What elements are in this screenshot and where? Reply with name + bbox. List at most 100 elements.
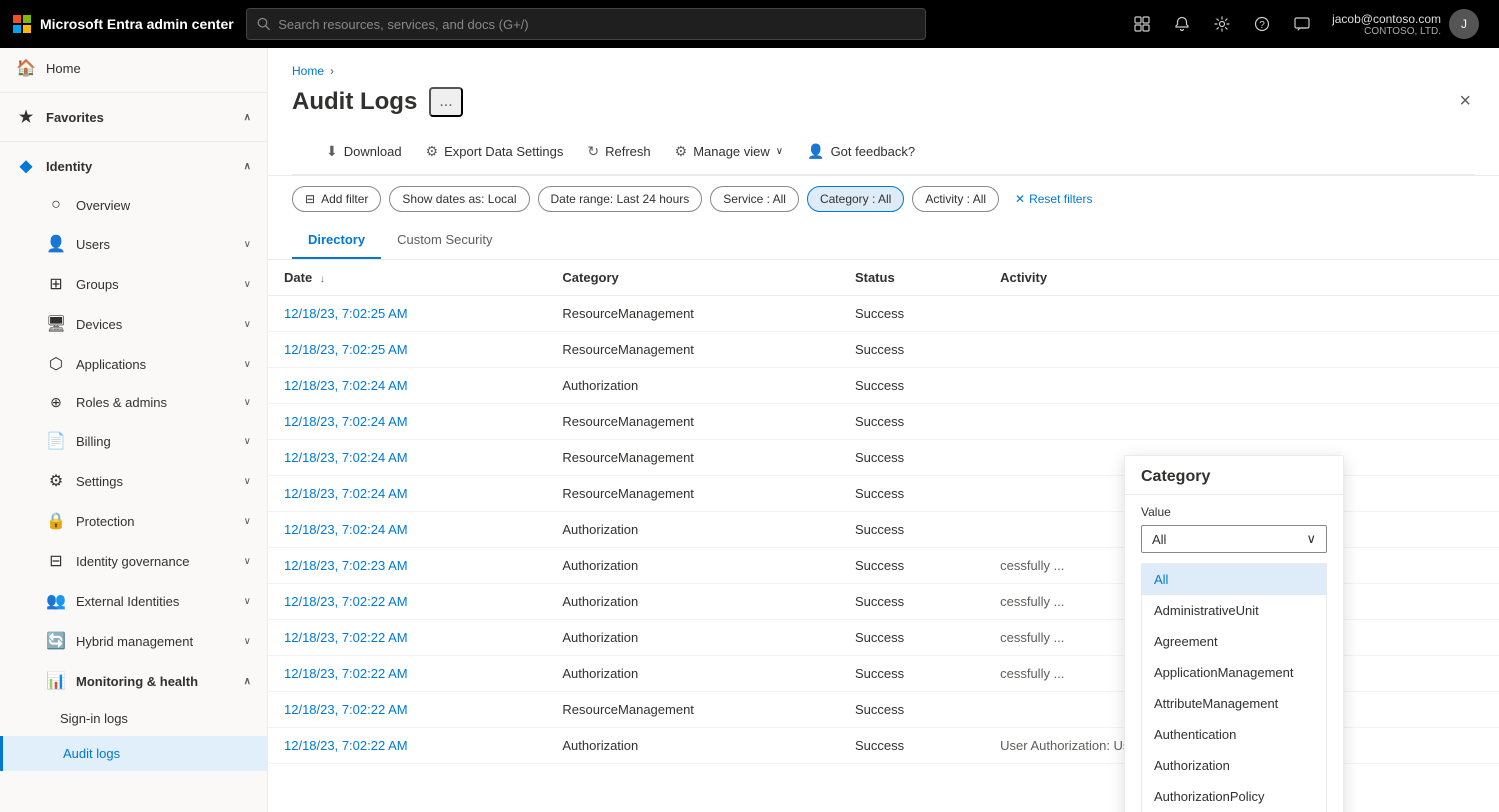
cell-status: Success bbox=[839, 296, 984, 332]
cell-date: 12/18/23, 7:02:25 AM bbox=[268, 332, 546, 368]
refresh-button[interactable]: ↻ Refresh bbox=[577, 137, 660, 166]
sidebar-item-audit-logs[interactable]: Audit logs bbox=[0, 736, 267, 771]
date-link[interactable]: 12/18/23, 7:02:22 AM bbox=[284, 666, 408, 681]
service-filter[interactable]: Service : All bbox=[710, 186, 799, 212]
settings-icon[interactable] bbox=[1204, 6, 1240, 42]
sidebar-item-billing[interactable]: 📄 Billing ∨ bbox=[0, 421, 267, 461]
sidebar-item-users[interactable]: 👤 Users ∨ bbox=[0, 224, 267, 264]
cell-date: 12/18/23, 7:02:24 AM bbox=[268, 440, 546, 476]
export-data-settings-button[interactable]: ⚙ Export Data Settings bbox=[416, 137, 574, 166]
breadcrumb-home-link[interactable]: Home bbox=[292, 64, 324, 78]
user-org: CONTOSO, LTD. bbox=[1332, 26, 1441, 37]
dropdown-item[interactable]: Authorization bbox=[1142, 750, 1326, 781]
sidebar-item-applications[interactable]: ⬡ Applications ∨ bbox=[0, 344, 267, 384]
sidebar-item-signin-logs[interactable]: Sign-in logs bbox=[0, 701, 267, 736]
col-date: Date ↓ bbox=[268, 260, 546, 296]
date-range-filter[interactable]: Date range: Last 24 hours bbox=[538, 186, 703, 212]
activity-filter[interactable]: Activity : All bbox=[912, 186, 999, 212]
sidebar-item-settings[interactable]: ⚙ Settings ∨ bbox=[0, 461, 267, 501]
cell-status: Success bbox=[839, 404, 984, 440]
date-link[interactable]: 12/18/23, 7:02:25 AM bbox=[284, 306, 408, 321]
cell-category: Authorization bbox=[546, 368, 839, 404]
identity-gov-chevron: ∨ bbox=[244, 556, 251, 567]
value-select-dropdown[interactable]: All ∨ bbox=[1141, 525, 1327, 553]
sidebar-item-groups[interactable]: ⊞ Groups ∨ bbox=[0, 264, 267, 304]
dropdown-item[interactable]: Authentication bbox=[1142, 719, 1326, 750]
date-link[interactable]: 12/18/23, 7:02:24 AM bbox=[284, 378, 408, 393]
external-icon: 👥 bbox=[46, 591, 66, 611]
sidebar-home-label: Home bbox=[46, 61, 81, 76]
close-button[interactable]: × bbox=[1455, 86, 1475, 117]
sidebar-item-identity-gov[interactable]: ⊟ Identity governance ∨ bbox=[0, 541, 267, 581]
cell-activity bbox=[984, 404, 1499, 440]
tab-custom-security[interactable]: Custom Security bbox=[381, 222, 508, 259]
date-link[interactable]: 12/18/23, 7:02:22 AM bbox=[284, 594, 408, 609]
dropdown-item[interactable]: AttributeManagement bbox=[1142, 688, 1326, 719]
manage-view-button[interactable]: ⚙ Manage view ∨ bbox=[665, 137, 794, 166]
user-menu[interactable]: jacob@contoso.com CONTOSO, LTD. J bbox=[1324, 5, 1487, 43]
sidebar-external-label: External Identities bbox=[76, 594, 179, 609]
reset-filters-button[interactable]: ✕ Reset filters bbox=[1007, 187, 1100, 211]
bell-icon[interactable] bbox=[1164, 6, 1200, 42]
sidebar-devices-label: Devices bbox=[76, 317, 122, 332]
date-link[interactable]: 12/18/23, 7:02:25 AM bbox=[284, 342, 408, 357]
feedback-icon[interactable] bbox=[1284, 6, 1320, 42]
more-options-button[interactable]: ... bbox=[429, 87, 462, 117]
show-dates-filter[interactable]: Show dates as: Local bbox=[389, 186, 529, 212]
sidebar-item-devices[interactable]: 🖥 Devices ∨ bbox=[0, 304, 267, 344]
cell-status: Success bbox=[839, 584, 984, 620]
sidebar-item-protection[interactable]: 🔒 Protection ∨ bbox=[0, 501, 267, 541]
feedback-button[interactable]: 👤 Got feedback? bbox=[797, 137, 925, 166]
tab-directory[interactable]: Directory bbox=[292, 222, 381, 259]
date-link[interactable]: 12/18/23, 7:02:22 AM bbox=[284, 630, 408, 645]
top-nav-icons: ? jacob@contoso.com CONTOSO, LTD. J bbox=[1124, 5, 1487, 43]
portal-icon[interactable] bbox=[1124, 6, 1160, 42]
dropdown-item[interactable]: All bbox=[1142, 564, 1326, 595]
sidebar-item-external[interactable]: 👥 External Identities ∨ bbox=[0, 581, 267, 621]
sidebar-item-identity[interactable]: ◆ Identity ∧ bbox=[0, 146, 267, 186]
sidebar-item-overview[interactable]: ○ Overview bbox=[0, 186, 267, 224]
add-filter-button[interactable]: ⊟ Add filter bbox=[292, 186, 381, 212]
cell-category: Authorization bbox=[546, 548, 839, 584]
search-bar[interactable] bbox=[246, 8, 926, 40]
cell-category: ResourceManagement bbox=[546, 296, 839, 332]
sidebar-item-roles[interactable]: ⊕ Roles & admins ∨ bbox=[0, 384, 267, 421]
applications-chevron: ∨ bbox=[244, 359, 251, 370]
cell-activity bbox=[984, 332, 1499, 368]
dropdown-item[interactable]: ApplicationManagement bbox=[1142, 657, 1326, 688]
cell-category: ResourceManagement bbox=[546, 332, 839, 368]
cell-date: 12/18/23, 7:02:24 AM bbox=[268, 476, 546, 512]
category-filter[interactable]: Category : All bbox=[807, 186, 904, 212]
help-icon[interactable]: ? bbox=[1244, 6, 1280, 42]
cell-status: Success bbox=[839, 332, 984, 368]
date-link[interactable]: 12/18/23, 7:02:22 AM bbox=[284, 738, 408, 753]
dropdown-item[interactable]: AuthorizationPolicy bbox=[1142, 781, 1326, 812]
dropdown-item[interactable]: Agreement bbox=[1142, 626, 1326, 657]
sidebar-users-label: Users bbox=[76, 237, 110, 252]
roles-icon: ⊕ bbox=[46, 394, 66, 411]
breadcrumb: Home › bbox=[292, 64, 1475, 78]
roles-chevron: ∨ bbox=[244, 397, 251, 408]
date-sort-icon[interactable]: ↓ bbox=[320, 274, 325, 285]
search-input[interactable] bbox=[278, 17, 914, 32]
cell-status: Success bbox=[839, 692, 984, 728]
external-chevron: ∨ bbox=[244, 596, 251, 607]
cell-status: Success bbox=[839, 368, 984, 404]
date-link[interactable]: 12/18/23, 7:02:24 AM bbox=[284, 486, 408, 501]
top-navigation: Microsoft Entra admin center ? jacob@con… bbox=[0, 0, 1499, 48]
sidebar-item-monitoring[interactable]: 📊 Monitoring & health ∧ bbox=[0, 661, 267, 701]
date-link[interactable]: 12/18/23, 7:02:24 AM bbox=[284, 414, 408, 429]
download-button[interactable]: ⬇ Download bbox=[316, 137, 412, 166]
sidebar-item-home[interactable]: 🏠 Home bbox=[0, 48, 267, 88]
sidebar-item-hybrid[interactable]: 🔄 Hybrid management ∨ bbox=[0, 621, 267, 661]
date-link[interactable]: 12/18/23, 7:02:24 AM bbox=[284, 450, 408, 465]
date-link[interactable]: 12/18/23, 7:02:23 AM bbox=[284, 558, 408, 573]
cell-date: 12/18/23, 7:02:24 AM bbox=[268, 512, 546, 548]
col-activity: Activity bbox=[984, 260, 1499, 296]
hybrid-chevron: ∨ bbox=[244, 636, 251, 647]
cell-status: Success bbox=[839, 548, 984, 584]
dropdown-item[interactable]: AdministrativeUnit bbox=[1142, 595, 1326, 626]
sidebar-item-favorites[interactable]: ★ Favorites ∧ bbox=[0, 97, 267, 137]
date-link[interactable]: 12/18/23, 7:02:24 AM bbox=[284, 522, 408, 537]
date-link[interactable]: 12/18/23, 7:02:22 AM bbox=[284, 702, 408, 717]
